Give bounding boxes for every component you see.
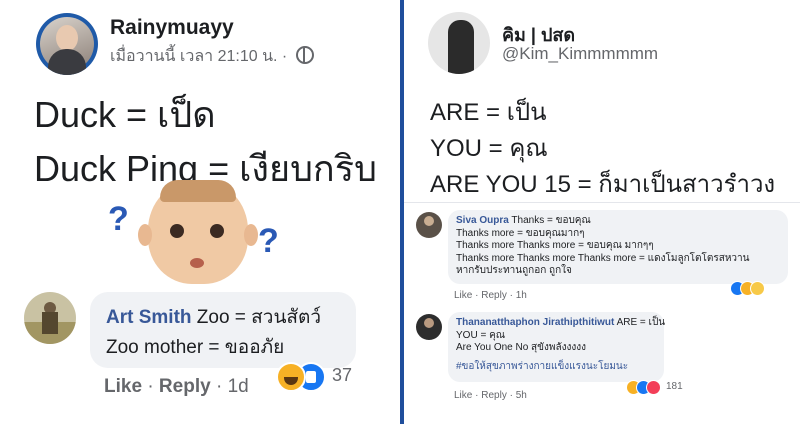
commenter-avatar[interactable] xyxy=(24,292,76,344)
author-name[interactable]: Rainymuayy xyxy=(110,16,234,40)
haha-icon xyxy=(276,362,306,392)
commenter-avatar[interactable] xyxy=(416,314,442,340)
comment-reactions[interactable] xyxy=(730,281,780,297)
reaction-count[interactable]: 37 xyxy=(332,365,352,386)
comment-text-1: Zoo = สวนสัตว์ xyxy=(196,307,322,328)
comment-line: Thanks more Thanks more Thanks more = แด… xyxy=(456,252,750,264)
question-mark-icon: ? xyxy=(108,200,129,238)
author-handle[interactable]: @Kim_Kimmmmmm xyxy=(502,44,658,64)
love-icon xyxy=(646,380,661,395)
commenter-name[interactable]: Thananatthaphon Jirathipthitiwut xyxy=(456,317,614,328)
comment-age[interactable]: 5h xyxy=(516,390,527,401)
baby-sticker xyxy=(138,180,258,288)
reply-button[interactable]: Reply xyxy=(481,390,507,401)
like-button[interactable]: Like xyxy=(104,376,142,397)
comment-actions: Like · Reply · 1h xyxy=(454,290,527,301)
comment-text-2: Zoo mother = ขออภัย xyxy=(106,337,285,358)
reply-button[interactable]: Reply xyxy=(481,290,507,301)
author-avatar[interactable] xyxy=(428,12,490,74)
hashtag-link[interactable]: #ขอให้สุขภาพร่างกายแข็งแรงนะโยมนะ xyxy=(456,361,628,372)
reaction-count[interactable]: 181 xyxy=(666,381,683,392)
comment-bubble: Siva Oupra Thanks = ขอบคุณ Thanks more =… xyxy=(448,210,788,284)
author-avatar[interactable] xyxy=(36,13,98,75)
left-post-panel: Rainymuayy เมื่อวานนี้ เวลา 21:10 น. · D… xyxy=(0,0,400,424)
comment-reactions[interactable]: 181 xyxy=(626,380,696,396)
comment-actions: Like · Reply · 1d xyxy=(104,376,249,397)
comment-line: ARE = เป็น xyxy=(616,317,666,328)
comment-reactions[interactable]: 37 xyxy=(276,360,360,392)
comment-line: Thanks = ขอบคุณ xyxy=(511,215,591,226)
like-button[interactable]: Like xyxy=(454,290,472,301)
comment-line: หากรับประทานถูกอก ถูกใจ xyxy=(456,265,572,277)
comment-bubble: Thananatthaphon Jirathipthitiwut ARE = เ… xyxy=(448,312,666,382)
post-line-2: YOU = คุณ xyxy=(430,135,548,162)
post-line-3: ARE YOU 15 = ก็มาเป็นสาวรำวง xyxy=(430,171,776,198)
post-line-1: ARE = เป็น xyxy=(430,99,547,126)
commenter-name[interactable]: Siva Oupra xyxy=(456,215,509,226)
comment-line: Thanks more Thanks more = ขอบคุณ มากๆๆ xyxy=(456,240,654,252)
comment-line: YOU = คุณ xyxy=(456,329,506,341)
post-line-1: Duck = เป็ด xyxy=(34,94,216,135)
comment-actions: Like · Reply · 5h xyxy=(454,390,527,401)
post-time-text[interactable]: เมื่อวานนี้ เวลา 21:10 น. · xyxy=(110,48,287,65)
globe-icon xyxy=(295,46,314,64)
sad-icon xyxy=(750,281,765,296)
question-mark-icon: ? xyxy=(258,222,279,260)
reply-button[interactable]: Reply xyxy=(159,376,211,397)
separator xyxy=(404,202,800,203)
commenter-name[interactable]: Art Smith xyxy=(106,307,192,328)
comment-bubble: Art Smith Zoo = สวนสัตว์ Zoo mother = ขอ… xyxy=(90,292,356,368)
comment-age[interactable]: 1d xyxy=(228,376,249,397)
comment-line: Are You One No สุขังพลังงงงง xyxy=(456,342,587,354)
commenter-avatar[interactable] xyxy=(416,212,442,238)
comment-age[interactable]: 1h xyxy=(516,290,527,301)
comment-line: Thanks more = ขอบคุณมากๆ xyxy=(456,227,585,239)
right-post-panel: คิม | ปสด @Kim_Kimmmmmm ARE = เป็น YOU =… xyxy=(404,0,800,424)
post-time[interactable]: เมื่อวานนี้ เวลา 21:10 น. · xyxy=(110,44,314,69)
like-button[interactable]: Like xyxy=(454,390,472,401)
